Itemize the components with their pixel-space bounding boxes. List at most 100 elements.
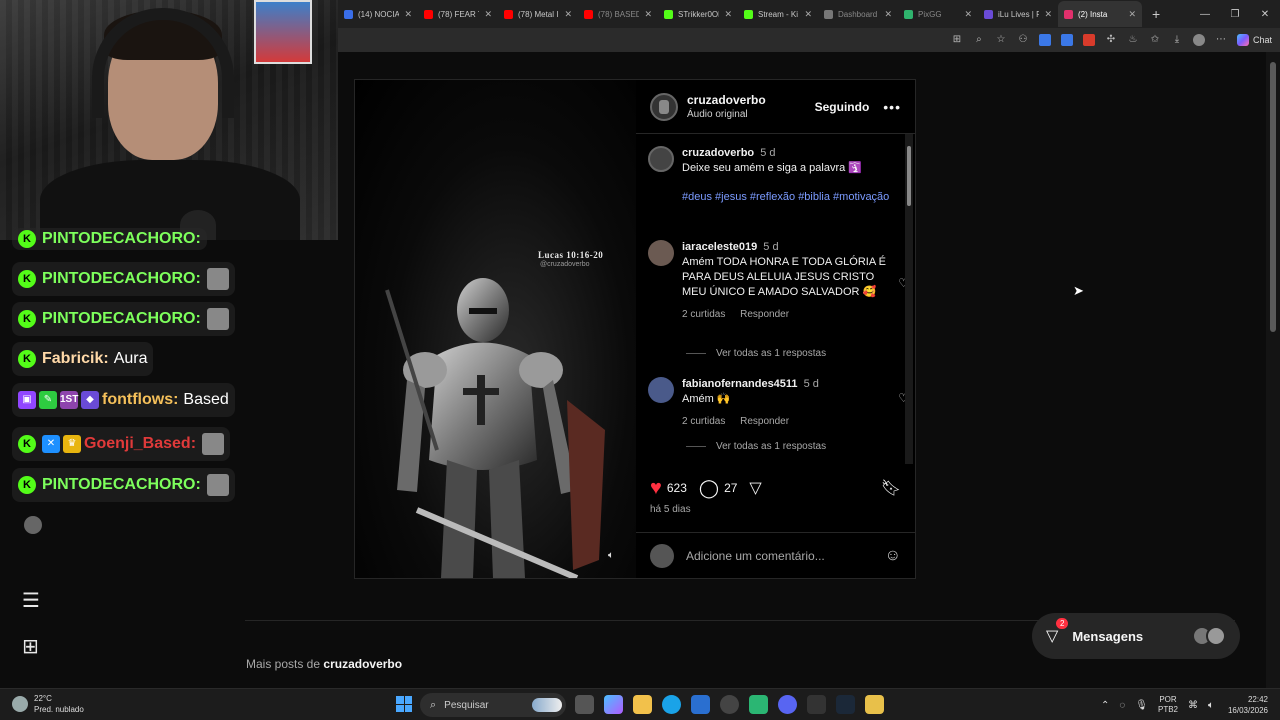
store-icon[interactable] [691,695,710,714]
comment-username[interactable]: iaraceleste019 [682,241,757,253]
caption-avatar[interactable] [648,146,674,172]
windows-taskbar: 22°C Pred. nublado ⌕ Pesquisar ⌃ ◌ 🎙︎ PO… [0,688,1280,720]
diamond-badge-icon: ◆ [81,391,99,409]
zoom-icon[interactable]: ⌕ [973,34,985,46]
taskbar-clock[interactable]: 22:42 16/03/2026 [1228,694,1268,716]
kick-badge-icon: K [18,476,36,494]
volume-icon[interactable]: 🔈︎ [1208,700,1214,711]
extension-gamepad-icon[interactable]: ⚇ [1017,34,1029,46]
tab-close-icon[interactable]: ✕ [404,9,412,20]
performance-icon[interactable]: ♨ [1127,34,1139,46]
audio-label[interactable]: Áudio original [687,109,815,120]
comment-username[interactable]: fabianofernandes4511 [682,378,798,390]
edge-browser-icon[interactable] [662,695,681,714]
tab-strip: (14) NOCIA ✕ (78) FEAR T ✕ (78) Metal I ✕ (78)… [338,0,1280,28]
extension-shield-icon[interactable] [1038,34,1051,46]
comments-scrollbar[interactable] [905,134,913,464]
menu-icon[interactable]: ☰ [22,588,40,613]
tab-label: Dashboard [838,9,878,19]
comment-input[interactable]: Adicione um comentário... [686,549,885,563]
browser-tab[interactable]: iLu Lives | R ✕ [978,1,1058,27]
caption-username[interactable]: cruzadoverbo [682,147,754,159]
author-avatar[interactable] [650,92,678,121]
browser-tab[interactable]: (14) NOCIA ✕ [338,1,418,27]
messages-button[interactable]: ▽ 2 Mensagens [1032,613,1240,659]
new-tab-button[interactable]: + [1152,6,1160,22]
more-options-icon[interactable]: ••• [883,99,901,115]
notepad-icon[interactable] [807,695,826,714]
extension-translate-icon[interactable] [1060,34,1073,46]
caption-text: Deixe seu amém e siga a palavra 🛐 [682,162,863,174]
reel-video[interactable]: Lucas 10:16-20 @cruzadoverbo 🔈︎ [355,80,636,578]
browser-tab[interactable]: Stream - Ki ✕ [738,1,818,27]
minimize-button[interactable]: — [1190,9,1220,20]
share-paper-plane-icon[interactable]: ▽ [749,478,761,498]
reply-button[interactable]: Responder [740,416,789,427]
post-date: há 5 dias [650,504,691,515]
like-heart-icon[interactable]: ♥ [650,477,662,500]
app-icon[interactable] [865,695,884,714]
tab-close-icon[interactable]: ✕ [724,9,732,20]
favorites-icon[interactable]: ✩ [1149,34,1161,46]
like-count[interactable]: 623 [667,481,687,495]
favorite-star-icon[interactable]: ☆ [995,34,1007,46]
browser-tab[interactable]: PixGG ✕ [898,1,978,27]
tab-close-icon[interactable]: ✕ [1044,9,1052,20]
following-button[interactable]: Seguindo [815,100,870,114]
comment-count: 27 [724,481,738,495]
weather-widget[interactable]: 22°C Pred. nublado [12,693,84,715]
discord-icon[interactable] [778,695,797,714]
language-indicator[interactable]: POR PTB2 [1158,695,1178,715]
page-scrollbar[interactable] [1266,52,1280,688]
comment-likes[interactable]: 2 curtidas [682,416,725,427]
browser-tab[interactable]: (78) FEAR T ✕ [418,1,498,27]
browser-tab[interactable]: STrikker0OF ✕ [658,1,738,27]
app-available-icon[interactable]: ⊞ [951,34,963,46]
reply-button[interactable]: Responder [740,309,789,320]
tab-close-icon[interactable]: ✕ [1128,9,1136,20]
view-replies[interactable]: Ver todas as 1 respostas [686,348,826,359]
file-explorer-icon[interactable] [633,695,652,714]
profile-avatar[interactable] [1192,34,1205,46]
taskbar-search[interactable]: ⌕ Pesquisar [420,693,566,717]
weather-icon [12,696,28,712]
bookmark-icon[interactable]: 🔖︎ [881,478,901,498]
network-icon[interactable]: ⌘ [1188,700,1198,711]
view-replies[interactable]: Ver todas as 1 respostas [686,441,826,452]
task-view-icon[interactable] [575,695,594,714]
emoji-icon[interactable]: ☺ [885,547,901,565]
apps-grid-icon[interactable]: ⊞ [22,634,39,659]
browser-tab[interactable]: Dashboard ✕ [818,1,898,27]
tab-close-icon[interactable]: ✕ [884,9,892,20]
mute-icon[interactable]: 🔈︎ [608,550,622,564]
downloads-icon[interactable]: ⤓ [1171,34,1183,46]
commenter-avatar[interactable] [648,240,674,266]
comment-likes[interactable]: 2 curtidas [682,309,725,320]
copilot-app-icon[interactable] [604,695,623,714]
tab-close-icon[interactable]: ✕ [484,9,492,20]
caption-hashtags[interactable]: #deus #jesus #reflexão #biblia #motivaçã… [682,190,892,205]
close-window-button[interactable]: ✕ [1250,9,1280,20]
browser-tab[interactable]: (2) Insta ✕ [1058,1,1142,27]
tray-app-icon[interactable]: ◌ [1119,700,1125,711]
extensions-puzzle-icon[interactable]: ✣ [1105,34,1117,46]
app-icon[interactable] [749,695,768,714]
commenter-avatar[interactable] [648,377,674,403]
extension-office-icon[interactable] [1082,34,1095,46]
tray-chevron-icon[interactable]: ⌃ [1101,700,1109,711]
browser-tab[interactable]: (78) BASED ✕ [578,1,658,27]
start-windows-icon[interactable] [396,696,412,712]
app-icon[interactable] [720,695,739,714]
settings-more-icon[interactable]: ⋯ [1215,34,1227,46]
browser-tab[interactable]: (78) Metal I ✕ [498,1,578,27]
tab-close-icon[interactable]: ✕ [964,9,972,20]
tab-close-icon[interactable]: ✕ [564,9,572,20]
comment-bubble-icon[interactable]: ◯ [699,478,719,499]
tab-close-icon[interactable]: ✕ [644,9,652,20]
copilot-chat-button[interactable]: Chat [1236,34,1272,46]
steam-icon[interactable] [836,695,855,714]
tab-close-icon[interactable]: ✕ [804,9,812,20]
author-username[interactable]: cruzadoverbo [687,93,815,107]
mic-icon[interactable]: 🎙︎ [1135,700,1148,711]
restore-button[interactable]: ❐ [1220,9,1250,20]
